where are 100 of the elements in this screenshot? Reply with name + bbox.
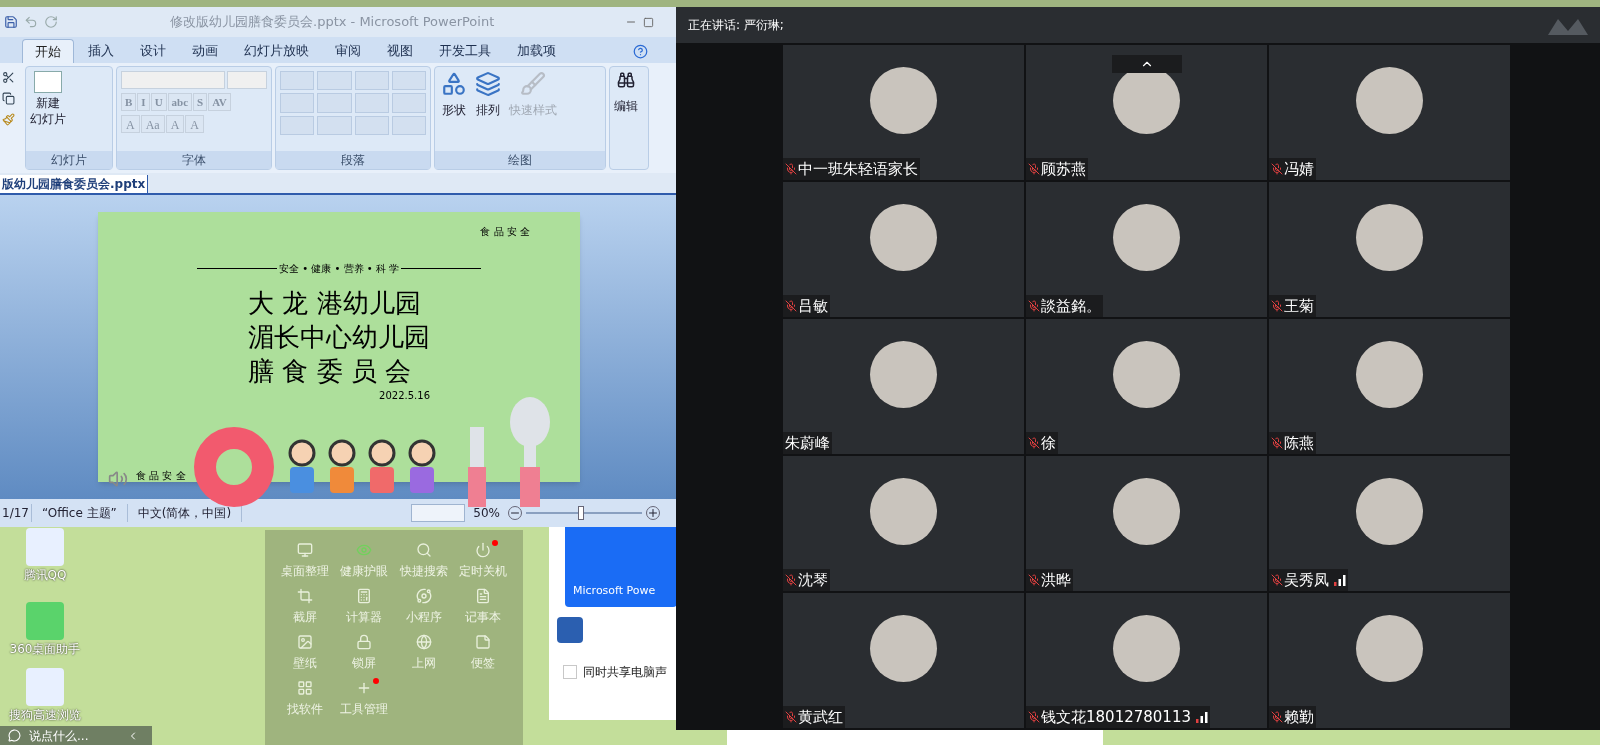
globe-icon [415, 634, 432, 650]
view-buttons-drawing[interactable] [411, 504, 466, 522]
participant-tile[interactable]: 陈燕 [1269, 319, 1510, 454]
mic-off-icon [1028, 711, 1040, 723]
slide-title-line: 大 龙 港幼儿园 [248, 287, 422, 320]
signal-bars-icon [1334, 574, 1346, 586]
grid-icon [296, 680, 313, 696]
speaking-indicator: 正在讲话: 严衍琳; [688, 17, 784, 34]
participant-tile[interactable]: 談益銘。 [1026, 182, 1267, 317]
editing-button[interactable]: 编辑 [614, 71, 638, 169]
zoom-in-icon[interactable] [646, 506, 660, 520]
participant-name: 徐 [1041, 432, 1056, 454]
lock-icon [356, 634, 373, 650]
mic-off-icon [1028, 437, 1040, 449]
paintbrush-icon[interactable] [2, 113, 15, 126]
participant-tile[interactable]: 沈琴 [783, 456, 1024, 591]
shapes-icon [441, 71, 467, 97]
participant-name: 沈琴 [798, 569, 828, 591]
participant-tile[interactable]: 顾苏燕 [1026, 45, 1267, 180]
drawing-button[interactable]: 形状 [439, 71, 469, 151]
tool-label: 桌面整理 [280, 563, 329, 580]
participant-tile[interactable]: 洪晔 [1026, 456, 1267, 591]
chat-input[interactable]: 说点什么... [29, 726, 119, 745]
image-icon [296, 634, 313, 650]
tool-label: 壁纸 [292, 655, 317, 672]
participant-name: 王菊 [1284, 295, 1314, 317]
ribbon-tab[interactable]: 幻灯片放映 [232, 39, 321, 63]
ribbon-tab[interactable]: 审阅 [323, 39, 373, 63]
mic-off-icon [1028, 163, 1040, 175]
mic-off-icon [1271, 300, 1283, 312]
new-slide-button[interactable]: 新建 幻灯片 [30, 71, 66, 151]
mic-off-icon [1271, 711, 1283, 723]
redo-icon[interactable] [44, 15, 58, 29]
participant-tile[interactable]: 徐 [1026, 319, 1267, 454]
share-audio-checkbox[interactable] [563, 665, 577, 679]
participant-tile[interactable]: 钱文花18012780113 [1026, 593, 1267, 728]
tool-label: 找软件 [286, 701, 323, 718]
maximize-icon[interactable] [643, 16, 654, 28]
help-icon[interactable] [633, 44, 648, 59]
participant-name: 談益銘。 [1041, 295, 1101, 317]
zoom-slider-track[interactable] [526, 506, 642, 520]
document-tab[interactable]: 版幼儿园膳食委员会.pptx [0, 175, 149, 193]
participant-tile[interactable]: 吴秀凤 [1269, 456, 1510, 591]
ribbon-tab[interactable]: 开发工具 [427, 39, 503, 63]
zoom-slider-thumb[interactable] [578, 506, 585, 520]
signal-bars-icon [1196, 711, 1208, 723]
participant-tile[interactable]: 冯婧 [1269, 45, 1510, 180]
ribbon-tab[interactable]: 开始 [22, 39, 74, 63]
slide-title-line: 膳 食 委 员 会 [248, 355, 413, 388]
ribbon-tab[interactable]: 加载项 [505, 39, 568, 63]
ribbon-tab[interactable]: 设计 [128, 39, 178, 63]
participant-name: 赖勤 [1284, 706, 1314, 728]
copy-icon[interactable] [2, 92, 15, 105]
drawing-button[interactable]: 排列 [473, 71, 503, 151]
speaker-icon [108, 469, 128, 489]
orbit-icon [415, 588, 432, 604]
ribbon-tab[interactable]: 插入 [76, 39, 126, 63]
mic-off-icon [1028, 574, 1040, 586]
ribbon-tab[interactable]: 动画 [180, 39, 230, 63]
save-icon[interactable] [4, 15, 18, 29]
tool-label: 定时关机 [459, 563, 508, 580]
paragraph-tools-drawing[interactable] [280, 71, 426, 135]
mic-off-icon [1271, 437, 1283, 449]
participant-tile[interactable]: 中一班朱轻语家长 [783, 45, 1024, 180]
monitor-icon [296, 542, 313, 558]
calculator-icon [356, 588, 373, 604]
app-shortcut-icon[interactable] [26, 602, 64, 640]
collapse-button[interactable] [1112, 55, 1182, 73]
participant-tile[interactable]: 朱蔚峰 [783, 319, 1024, 454]
group-label: 绘图 [435, 151, 605, 169]
participant-name: 陈燕 [1284, 432, 1314, 454]
group-label: 段落 [276, 151, 430, 169]
word-document-icon [557, 617, 583, 643]
tool-label: 便签 [471, 655, 496, 672]
font-size-field[interactable] [227, 71, 267, 89]
tool-label: 计算器 [346, 609, 383, 626]
window-title: 修改版幼儿园膳食委员会.pptx - Microsoft PowerPoint [170, 13, 495, 32]
search-icon [415, 542, 432, 558]
slide-motto: 安全 • 健康 • 营养 • 科 学 [279, 262, 399, 276]
language-indicator: 中文(简体，中国) [127, 504, 243, 522]
app-shortcut-icon[interactable] [26, 528, 64, 566]
theme-name: “Office 主题” [31, 504, 128, 522]
slide-tag: 食 品 安 全 [480, 224, 530, 239]
slide-date: 2022.5.16 [379, 389, 430, 403]
participant-tile[interactable]: 赖勤 [1269, 593, 1510, 728]
scissors-icon[interactable] [2, 71, 15, 84]
chat-icon [8, 729, 21, 742]
app-shortcut-icon[interactable] [26, 668, 64, 706]
participant-tile[interactable]: 黄武红 [783, 593, 1024, 728]
undo-icon[interactable] [24, 15, 38, 29]
tool-label: 截屏 [292, 609, 317, 626]
chat-bar[interactable]: 说点什么... [0, 726, 152, 745]
ribbon-tab[interactable]: 视图 [375, 39, 425, 63]
participant-name: 黄武红 [798, 706, 843, 728]
window-thumbnail[interactable]: Microsoft Powe [565, 524, 677, 607]
font-name-field[interactable] [121, 71, 225, 89]
mic-off-icon [1271, 574, 1283, 586]
mic-off-icon [1271, 163, 1283, 175]
participant-tile[interactable]: 吕敏 [783, 182, 1024, 317]
participant-tile[interactable]: 王菊 [1269, 182, 1510, 317]
